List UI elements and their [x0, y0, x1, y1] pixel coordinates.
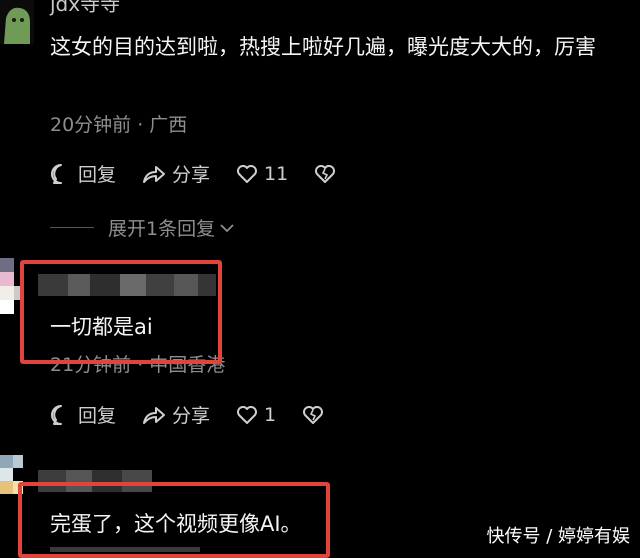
avatar[interactable]: [0, 0, 34, 44]
comment-actions: 回复 分享 11: [50, 160, 368, 187]
reply-button[interactable]: 回复: [50, 401, 116, 428]
comment-actions: 回复 分享 1: [50, 401, 356, 428]
highlight-box: [18, 482, 330, 558]
broken-heart-icon: [303, 405, 324, 424]
reply-label: 回复: [78, 164, 117, 186]
expand-replies[interactable]: 展开1条回复: [50, 214, 236, 241]
dislike-button[interactable]: [314, 163, 342, 185]
chevron-down-icon: [220, 223, 234, 232]
highlight-box: [20, 260, 222, 364]
like-button[interactable]: 11: [236, 163, 288, 185]
like-count: 1: [264, 403, 277, 426]
comment-meta: 20分钟前 · 广西: [50, 114, 188, 136]
watermark: 快传号 / 婷婷有娱: [486, 526, 630, 547]
divider: [50, 227, 94, 228]
comment-username[interactable]: jdx寺寺: [50, 0, 120, 17]
share-label: 分享: [172, 405, 211, 427]
expand-replies-label: 展开1条回复: [108, 218, 216, 240]
share-label: 分享: [172, 164, 211, 186]
like-count: 11: [264, 162, 289, 185]
comment-text: 这女的目的达到啦，热搜上啦好几遍，曝光度大大的，厉害: [50, 35, 596, 59]
broken-heart-icon: [315, 164, 336, 183]
share-arrow-icon: [143, 165, 166, 183]
share-arrow-icon: [143, 406, 166, 424]
reply-button[interactable]: 回复: [50, 160, 116, 187]
reply-label: 回复: [78, 405, 117, 427]
comment-bubble-icon: [51, 404, 62, 425]
share-button[interactable]: 分享: [142, 401, 210, 428]
dislike-button[interactable]: [302, 404, 330, 426]
share-button[interactable]: 分享: [142, 160, 210, 187]
like-button[interactable]: 1: [236, 404, 276, 426]
comment-bubble-icon: [51, 163, 62, 184]
heart-icon: [237, 164, 258, 183]
heart-icon: [237, 405, 258, 424]
